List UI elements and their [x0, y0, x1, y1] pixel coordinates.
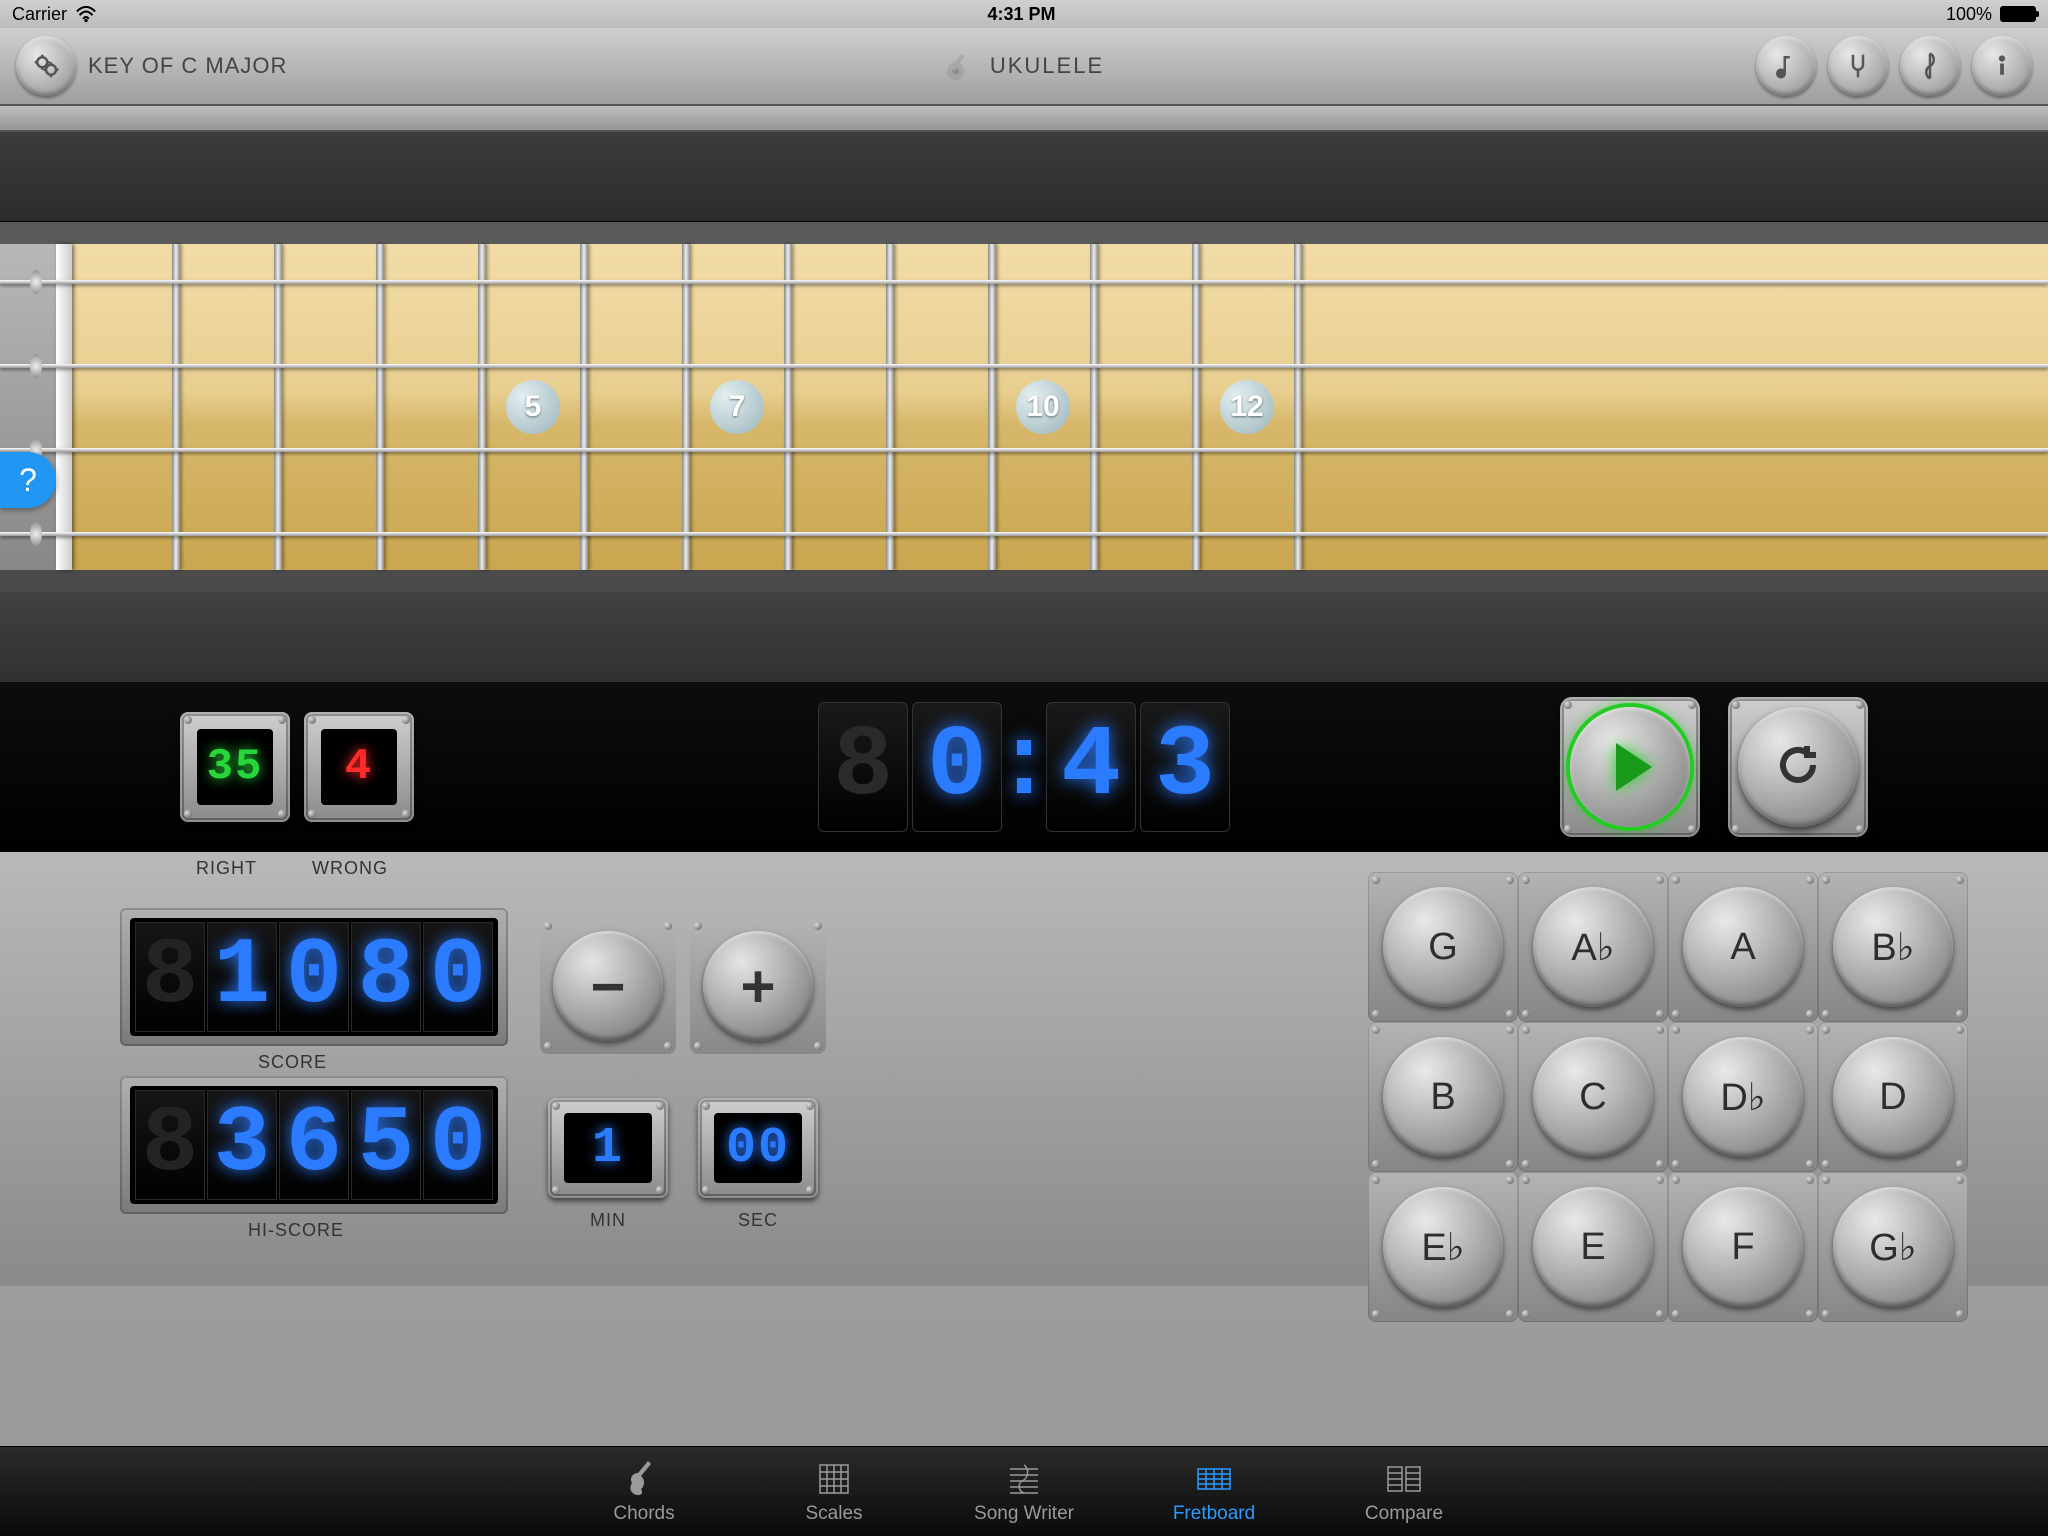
- tab-compare[interactable]: Compare: [1309, 1459, 1499, 1525]
- min-value: 1: [592, 1120, 624, 1177]
- play-icon: [1616, 743, 1652, 791]
- nut: [56, 244, 72, 570]
- guitar-icon: [624, 1459, 664, 1499]
- clef-icon: [1004, 1459, 1044, 1499]
- timer-d3: 4: [1046, 702, 1136, 832]
- mid-dark-strip: [0, 592, 2048, 682]
- fretboard-area[interactable]: 5 7 10 12 ?: [0, 222, 2048, 592]
- fret-marker-10: 10: [1016, 380, 1070, 434]
- tuning-fork-button[interactable]: [1828, 36, 1888, 96]
- play-button[interactable]: [1570, 707, 1690, 827]
- fret-marker-5: 5: [506, 380, 560, 434]
- timer-d4: 3: [1140, 702, 1230, 832]
- note-f[interactable]: F: [1683, 1187, 1803, 1307]
- note-b[interactable]: B: [1383, 1037, 1503, 1157]
- note-e-flat[interactable]: E♭: [1383, 1187, 1503, 1307]
- score-label: SCORE: [258, 1052, 327, 1073]
- play-frame: [1560, 697, 1700, 837]
- right-count: 35: [207, 742, 264, 792]
- reset-button[interactable]: [1738, 707, 1858, 827]
- timer-d1: 8: [818, 702, 908, 832]
- upper-dark-strip: [0, 132, 2048, 222]
- carrier-label: Carrier: [12, 4, 67, 25]
- key-label: KEY OF C MAJOR: [88, 53, 287, 79]
- fretboard[interactable]: 5 7 10 12: [0, 244, 2048, 570]
- ukulele-icon: [944, 49, 978, 83]
- battery-percent: 100%: [1946, 4, 1992, 25]
- battery-icon: [2000, 6, 2036, 22]
- sec-value: 00: [726, 1120, 790, 1177]
- note-d-flat[interactable]: D♭: [1683, 1037, 1803, 1157]
- compare-icon: [1384, 1459, 1424, 1499]
- bottom-panel: RIGHT WRONG 81080 SCORE 83650 HI-SCORE −…: [0, 852, 2048, 1286]
- treble-clef-button[interactable]: [1900, 36, 1960, 96]
- status-time: 4:31 PM: [987, 4, 1055, 25]
- note-c[interactable]: C: [1533, 1037, 1653, 1157]
- wrong-count: 4: [345, 742, 373, 792]
- hiscore-display: 83650: [120, 1076, 508, 1214]
- note-g-flat[interactable]: G♭: [1833, 1187, 1953, 1307]
- settings-button[interactable]: [16, 36, 76, 96]
- fret-marker-7: 7: [710, 380, 764, 434]
- toolbar: KEY OF C MAJOR UKULELE: [0, 28, 2048, 106]
- grid-icon: [814, 1459, 854, 1499]
- timer-d2: 0: [912, 702, 1002, 832]
- note-d[interactable]: D: [1833, 1037, 1953, 1157]
- note-e[interactable]: E: [1533, 1187, 1653, 1307]
- score-display: 81080: [120, 908, 508, 1046]
- tab-fretboard[interactable]: Fretboard: [1119, 1459, 1309, 1525]
- status-bar: Carrier 4:31 PM 100%: [0, 0, 2048, 28]
- reset-icon: [1773, 740, 1823, 795]
- hiscore-label: HI-SCORE: [248, 1220, 344, 1241]
- wrong-count-frame: 4: [304, 712, 414, 822]
- help-button[interactable]: ?: [0, 452, 56, 508]
- right-count-frame: 35: [180, 712, 290, 822]
- timer-row: 35 4 8 0 : 4 3: [0, 682, 2048, 852]
- notes-button[interactable]: [1756, 36, 1816, 96]
- min-label: MIN: [590, 1210, 626, 1231]
- sub-toolbar: [0, 106, 2048, 132]
- note-grid: G A♭ A B♭ B C D♭ D E♭ E F G♭: [1368, 872, 1968, 1322]
- minus-button[interactable]: −: [553, 931, 663, 1041]
- fretboard-icon: [1194, 1459, 1234, 1499]
- plus-panel: +: [690, 918, 826, 1054]
- sec-frame: 00: [698, 1098, 818, 1198]
- tab-bar: Chords Scales Song Writer Fretboard Comp…: [0, 1446, 2048, 1536]
- info-button[interactable]: [1972, 36, 2032, 96]
- wrong-label: WRONG: [312, 858, 388, 879]
- note-b-flat[interactable]: B♭: [1833, 887, 1953, 1007]
- wifi-icon: [75, 6, 97, 22]
- tab-chords[interactable]: Chords: [549, 1459, 739, 1525]
- tab-songwriter[interactable]: Song Writer: [929, 1459, 1119, 1525]
- sec-label: SEC: [738, 1210, 778, 1231]
- headstock: [0, 244, 56, 570]
- plus-button[interactable]: +: [703, 931, 813, 1041]
- note-g[interactable]: G: [1383, 887, 1503, 1007]
- note-a[interactable]: A: [1683, 887, 1803, 1007]
- fret-marker-12: 12: [1220, 380, 1274, 434]
- right-label: RIGHT: [196, 858, 257, 879]
- note-a-flat[interactable]: A♭: [1533, 887, 1653, 1007]
- reset-frame: [1728, 697, 1868, 837]
- tab-scales[interactable]: Scales: [739, 1459, 929, 1525]
- min-frame: 1: [548, 1098, 668, 1198]
- timer-display: 8 0 : 4 3: [816, 702, 1232, 832]
- minus-panel: −: [540, 918, 676, 1054]
- instrument-label: UKULELE: [990, 53, 1104, 79]
